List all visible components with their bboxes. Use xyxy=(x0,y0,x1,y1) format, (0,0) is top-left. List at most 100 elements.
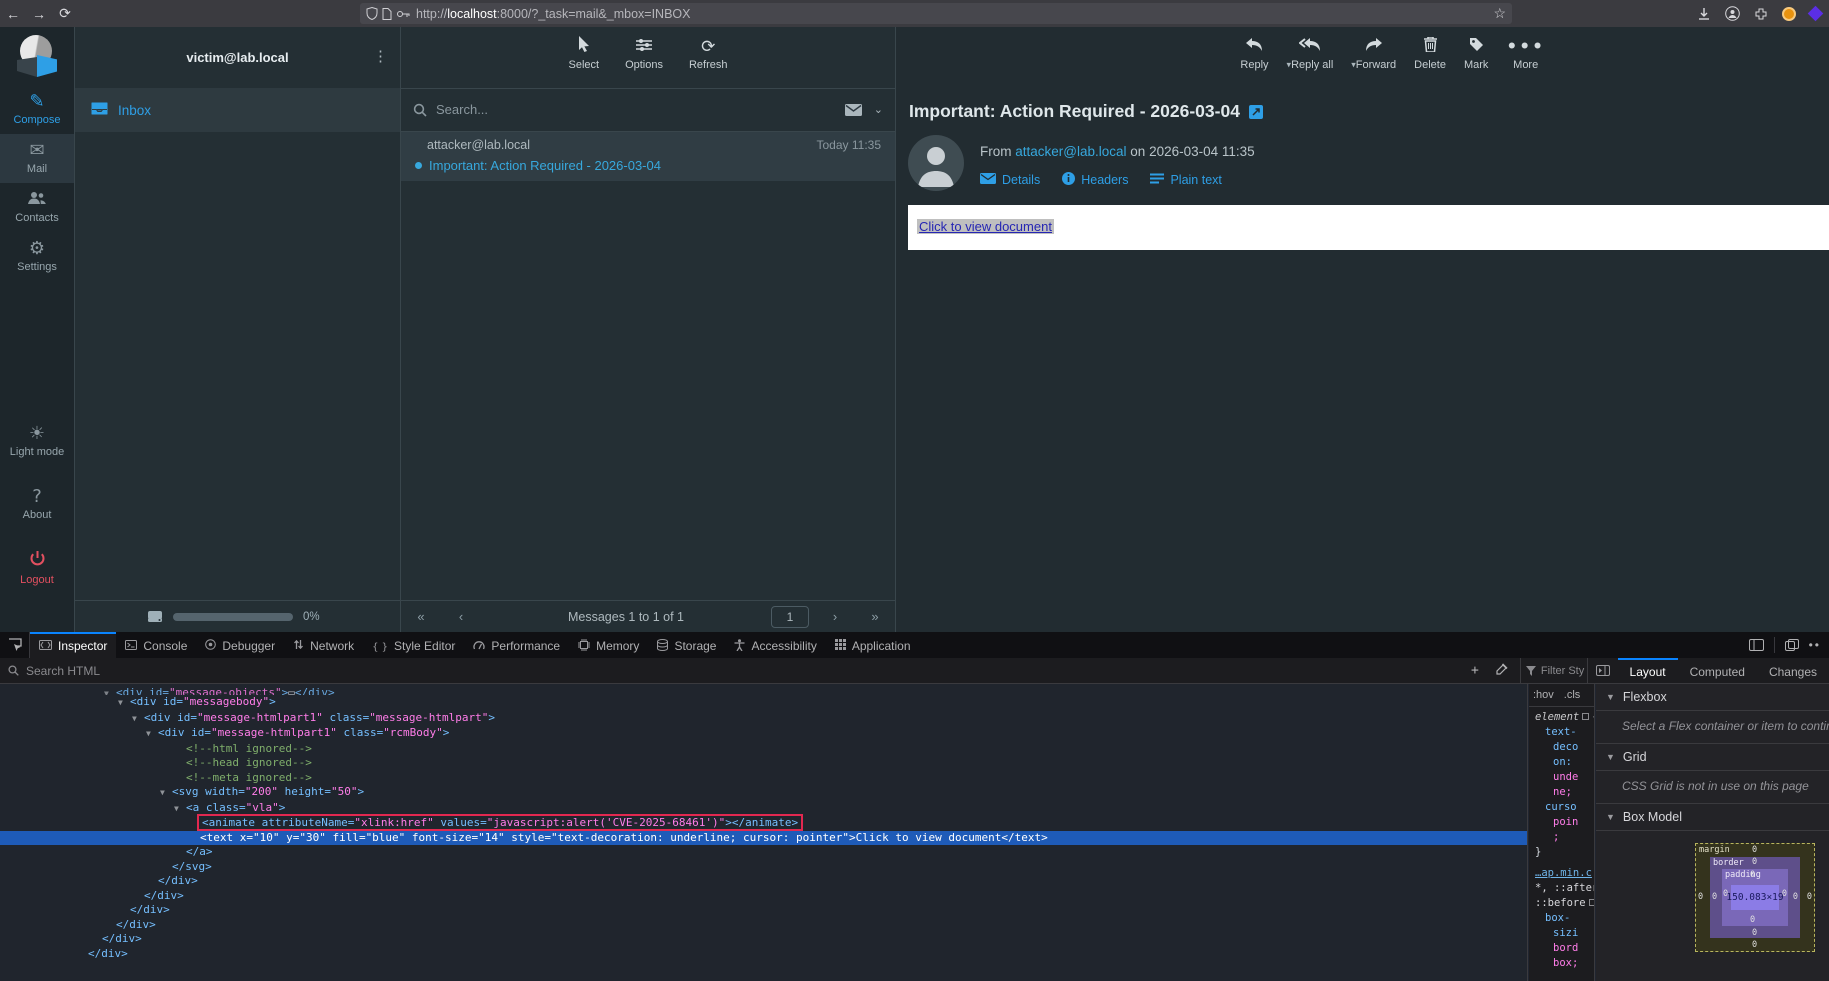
sender-address-link[interactable]: attacker@lab.local xyxy=(1015,144,1126,159)
markup-tree-row[interactable]: <text x="10" y="30" fill="blue" font-siz… xyxy=(0,831,1527,846)
eyedropper-icon[interactable] xyxy=(1495,663,1508,676)
sidebar-item-contacts[interactable]: Contacts xyxy=(0,183,74,232)
expand-arrow-icon[interactable]: ▼ xyxy=(160,786,172,801)
layout-section-header[interactable]: ▼Flexbox xyxy=(1596,684,1829,710)
search-html-input[interactable] xyxy=(26,664,1464,678)
markup-tree-row[interactable]: </svg> xyxy=(0,860,1527,875)
markup-tree-row[interactable]: ▼<div id="message-objects">▭</div> xyxy=(0,686,1527,695)
rules-token[interactable]: …ap.min.c xyxy=(1535,867,1592,879)
orange-extension-icon[interactable] xyxy=(1782,7,1796,21)
devtools-tab-debugger[interactable]: Debugger xyxy=(196,632,284,658)
message-toolbar-reply-all-button[interactable]: ▾Reply all xyxy=(1287,36,1334,71)
first-page-icon[interactable]: « xyxy=(401,609,441,624)
pick-element-icon[interactable] xyxy=(0,632,30,658)
search-input[interactable] xyxy=(436,102,836,117)
markup-tree-row[interactable]: <!--html ignored--> xyxy=(0,742,1527,757)
toolbar-refresh-button[interactable]: ⟳Refresh xyxy=(689,36,728,71)
markup-tree-row[interactable]: ▼<svg width="200" height="50"> xyxy=(0,785,1527,801)
sidebar-item-logout[interactable]: Logout xyxy=(0,543,74,594)
markup-tree-row[interactable]: <!--head ignored--> xyxy=(0,756,1527,771)
expand-arrow-icon[interactable]: ▼ xyxy=(118,696,130,711)
markup-tree-row[interactable]: </div> xyxy=(0,932,1527,947)
sidebar-item-about[interactable]: ?About xyxy=(0,480,74,529)
expand-arrow-icon[interactable]: ▼ xyxy=(132,712,144,727)
markup-tree-row[interactable]: </div> xyxy=(0,918,1527,933)
message-action-headers[interactable]: Headers xyxy=(1062,172,1128,188)
toolbar-select-button[interactable]: Select xyxy=(568,36,599,71)
markup-tree-row[interactable]: </div> xyxy=(0,903,1527,918)
extensions-icon[interactable] xyxy=(1754,7,1768,21)
search-scope-mail-icon[interactable] xyxy=(845,104,862,116)
devtools-tab-console[interactable]: Console xyxy=(116,632,196,658)
message-toolbar-reply-button[interactable]: Reply xyxy=(1240,36,1268,71)
devtools-menu-icon[interactable]: •• xyxy=(1809,638,1821,652)
markup-tree-row[interactable]: ▼<div id="message-htmlpart1" class="rcmB… xyxy=(0,726,1527,742)
refresh-icon[interactable]: ⟳ xyxy=(52,5,78,22)
devtools-tab-style-editor[interactable]: { }Style Editor xyxy=(363,632,464,658)
next-page-icon[interactable]: › xyxy=(815,609,855,624)
message-toolbar-delete-button[interactable]: Delete xyxy=(1414,36,1446,71)
layout-section-title: Flexbox xyxy=(1623,690,1667,704)
devtools-tab-network[interactable]: Network xyxy=(284,632,363,658)
message-toolbar-forward-button[interactable]: ▾Forward xyxy=(1351,36,1396,71)
markup-tree-row[interactable]: </div> xyxy=(0,874,1527,889)
folder-item-inbox[interactable]: Inbox xyxy=(75,88,400,132)
url-bar[interactable]: http://localhost:8000/?_task=mail&_mbox=… xyxy=(360,3,1512,24)
star-icon[interactable]: ☆ xyxy=(1493,5,1506,22)
class-toggle[interactable]: .cls xyxy=(1564,689,1581,701)
expand-arrow-icon[interactable]: ▼ xyxy=(174,802,186,817)
markup-tree-row[interactable]: <animate attributeName="xlink:href" valu… xyxy=(0,816,1527,831)
purple-extension-icon[interactable] xyxy=(1808,6,1824,22)
split-console-icon[interactable] xyxy=(1749,639,1764,651)
sidebar-tab-layout[interactable]: Layout xyxy=(1618,658,1678,683)
devtools-tab-memory[interactable]: Memory xyxy=(569,632,648,658)
devtools-tab-accessibility[interactable]: Accessibility xyxy=(725,632,825,658)
devtools-tab-storage[interactable]: Storage xyxy=(648,632,725,658)
download-icon[interactable] xyxy=(1697,7,1711,21)
rules-filter-placeholder[interactable]: Filter Sty xyxy=(1541,665,1584,677)
box-model-diagram[interactable]: margin 0 0 0 0 border 0 0 0 0 padding 0 … xyxy=(1695,843,1815,952)
folder-options-kebab-icon[interactable]: ⋮ xyxy=(373,47,388,65)
message-action-details[interactable]: Details xyxy=(980,172,1040,188)
devtools-tab-inspector[interactable]: Inspector xyxy=(30,632,116,658)
prev-page-icon[interactable]: ‹ xyxy=(441,609,481,624)
devtools-tab-performance[interactable]: Performance xyxy=(464,632,569,658)
sidebar-item-settings[interactable]: ⚙Settings xyxy=(0,232,74,281)
message-toolbar-mark-button[interactable]: Mark xyxy=(1464,36,1488,71)
sidebar-item-compose[interactable]: ✎Compose xyxy=(0,85,74,134)
devtools-tab-application[interactable]: Application xyxy=(826,632,920,658)
add-node-icon[interactable]: + xyxy=(1471,663,1479,678)
forward-icon[interactable]: → xyxy=(26,6,52,22)
pseudo-class-toggle[interactable]: :hov xyxy=(1533,689,1554,701)
page-number-input[interactable] xyxy=(771,606,809,628)
sidebar-item-light-mode[interactable]: ☀Light mode xyxy=(0,417,74,466)
markup-tree-row[interactable]: <!--meta ignored--> xyxy=(0,771,1527,786)
markup-tree-row[interactable]: ▼<div id="messagebody"> xyxy=(0,695,1527,711)
sidebar-item-mail[interactable]: ✉Mail xyxy=(0,134,74,183)
sidebar-tab-computed[interactable]: Computed xyxy=(1678,658,1757,683)
account-icon[interactable] xyxy=(1725,6,1740,21)
back-icon[interactable]: ← xyxy=(0,6,26,22)
toolbar-options-button[interactable]: Options xyxy=(625,36,663,71)
last-page-icon[interactable]: » xyxy=(855,609,895,624)
markup-tree-row[interactable]: </div> xyxy=(0,947,1527,962)
page-icon[interactable] xyxy=(382,8,392,20)
dock-options-icon[interactable] xyxy=(1785,639,1799,651)
layout-section-header[interactable]: ▼Grid xyxy=(1596,744,1829,770)
key-icon[interactable] xyxy=(396,9,410,19)
search-options-chevron-icon[interactable]: ⌄ xyxy=(874,103,883,116)
external-link-icon[interactable] xyxy=(1249,105,1263,119)
sidebar-tab-changes[interactable]: Changes xyxy=(1757,658,1829,683)
markup-tree-row[interactable]: </div> xyxy=(0,889,1527,904)
markup-tree-row[interactable]: </a> xyxy=(0,845,1527,860)
rules-line: deco xyxy=(1531,740,1592,755)
markup-tree-row[interactable]: ▼<div id="message-htmlpart1" class="mess… xyxy=(0,711,1527,727)
message-toolbar-more-button[interactable]: •••More xyxy=(1506,36,1545,71)
body-document-link[interactable]: Click to view document xyxy=(917,219,1054,234)
expand-arrow-icon[interactable]: ▼ xyxy=(146,727,158,742)
layout-section-header[interactable]: ▼Box Model xyxy=(1596,804,1829,830)
message-list-item[interactable]: attacker@lab.localToday 11:35Important: … xyxy=(401,132,895,181)
message-action-plain-text[interactable]: Plain text xyxy=(1150,172,1221,188)
expand-arrow-icon[interactable]: ▼ xyxy=(104,687,116,695)
sidebar-toggle-icon[interactable] xyxy=(1588,658,1618,683)
